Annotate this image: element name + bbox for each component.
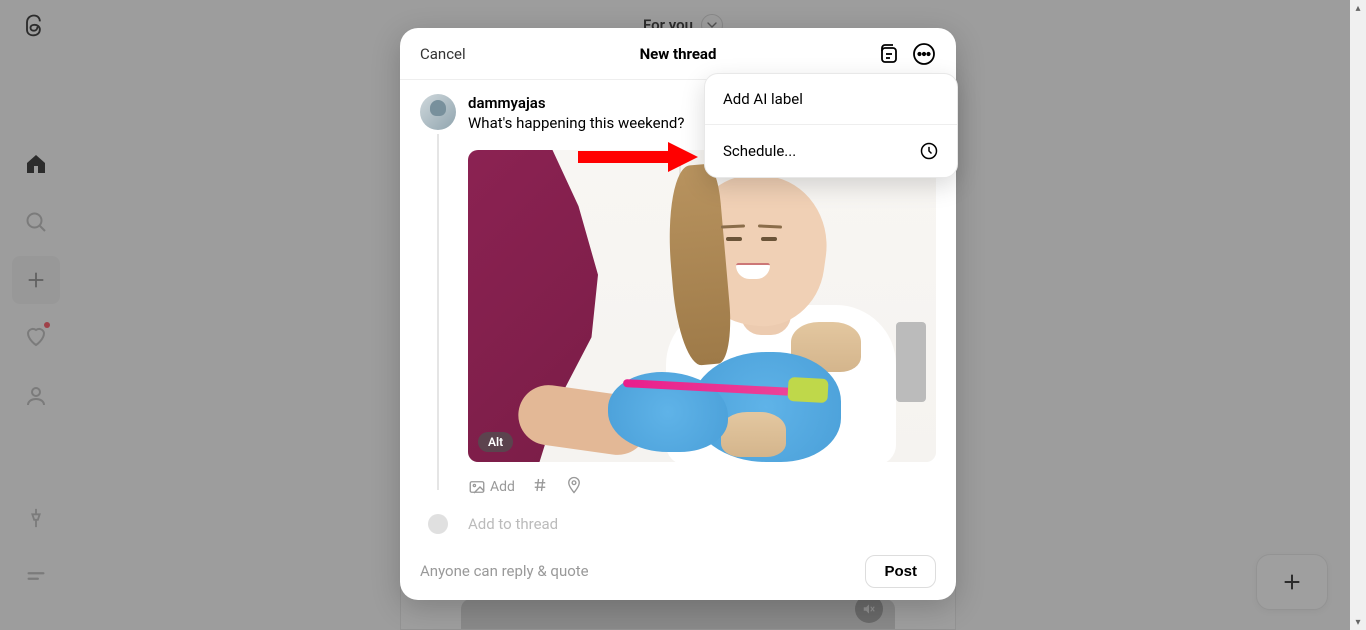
image-icon — [468, 478, 486, 496]
more-options-button[interactable] — [912, 42, 936, 66]
location-icon — [565, 476, 583, 494]
add-media-button[interactable]: Add — [468, 478, 515, 496]
scrollbar[interactable]: ▴ ▾ — [1350, 0, 1366, 630]
modal-title: New thread — [640, 45, 717, 63]
add-tag-button[interactable] — [531, 476, 549, 498]
menu-item-label: Schedule... — [723, 142, 796, 160]
cancel-button[interactable]: Cancel — [420, 45, 466, 63]
add-to-thread-label: Add to thread — [468, 515, 558, 533]
menu-item-schedule[interactable]: Schedule... — [705, 124, 957, 177]
menu-item-label: Add AI label — [723, 90, 803, 108]
thread-line — [437, 134, 439, 490]
more-options-menu: Add AI label Schedule... — [704, 73, 958, 178]
menu-item-ai-label[interactable]: Add AI label — [705, 74, 957, 124]
post-button[interactable]: Post — [865, 555, 936, 588]
compose-toolbar: Add — [468, 476, 936, 498]
attached-image[interactable]: Alt — [468, 150, 936, 462]
drafts-icon — [876, 42, 900, 66]
modal-footer: Anyone can reply & quote Post — [400, 542, 956, 600]
hash-icon — [531, 476, 549, 494]
clock-icon — [919, 141, 939, 161]
add-label: Add — [490, 479, 515, 495]
add-location-button[interactable] — [565, 476, 583, 498]
user-avatar[interactable] — [420, 94, 456, 130]
modal-header: Cancel New thread Add AI label Schedule.… — [400, 28, 956, 80]
add-to-thread-row[interactable]: Add to thread — [420, 514, 936, 534]
drafts-button[interactable] — [876, 42, 900, 66]
alt-text-button[interactable]: Alt — [478, 432, 513, 452]
more-icon — [912, 42, 936, 66]
scroll-down-arrow[interactable]: ▾ — [1350, 614, 1366, 630]
reply-setting-button[interactable]: Anyone can reply & quote — [420, 562, 589, 580]
scroll-up-arrow[interactable]: ▴ — [1350, 0, 1366, 16]
user-avatar-small — [428, 514, 448, 534]
new-thread-modal: Cancel New thread Add AI label Schedule.… — [400, 28, 956, 600]
